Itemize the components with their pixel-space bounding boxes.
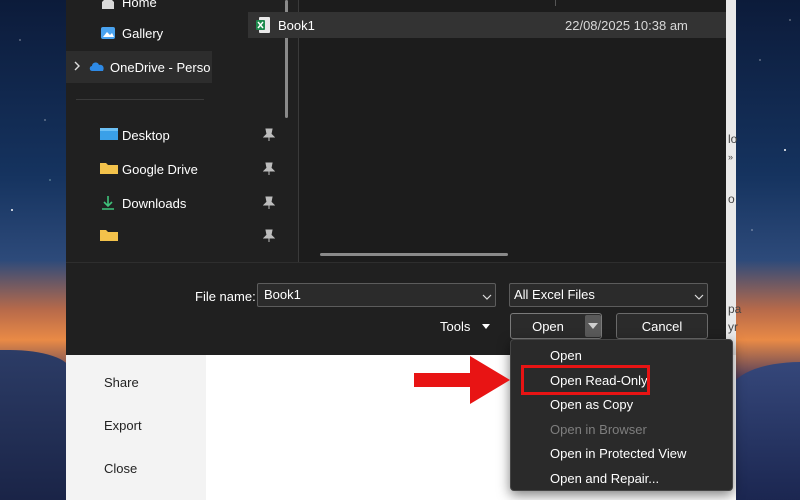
pin-icon[interactable] <box>262 196 276 210</box>
download-icon <box>100 195 118 211</box>
edge-text: » <box>728 152 734 162</box>
file-name-input[interactable]: Book1 <box>257 283 496 307</box>
sidebar-item-desktop[interactable]: Desktop <box>66 119 276 151</box>
open-options-menu: Open Open Read-Only Open as Copy Open in… <box>510 339 733 491</box>
sidebar-item-downloads[interactable]: Downloads <box>66 187 276 219</box>
open-file-dialog: Home Gallery OneDrive - Perso Desktop Go… <box>66 0 726 355</box>
menu-item-open-and-repair[interactable]: Open and Repair... <box>550 471 659 486</box>
file-type-select[interactable]: All Excel Files <box>509 283 708 307</box>
file-list-pane <box>299 0 726 262</box>
gallery-icon <box>100 25 118 41</box>
open-button[interactable]: Open <box>510 313 602 339</box>
menu-item-open[interactable]: Open <box>550 348 582 363</box>
backstage-close[interactable]: Close <box>104 461 137 476</box>
open-options-dropdown[interactable] <box>585 315 601 337</box>
highlight-box <box>521 365 650 395</box>
folder-icon <box>100 161 118 177</box>
cancel-button[interactable]: Cancel <box>616 313 708 339</box>
caret-down-icon <box>588 323 598 329</box>
open-button-label: Open <box>532 318 564 334</box>
backstage-share[interactable]: Share <box>104 375 139 390</box>
chevron-down-icon[interactable] <box>694 290 704 300</box>
desktop-icon <box>100 127 118 143</box>
file-name-value: Book1 <box>264 287 301 302</box>
sidebar-item-google-drive[interactable]: Google Drive <box>66 153 276 185</box>
chevron-down-icon[interactable] <box>482 290 492 300</box>
file-modified-date: 22/08/2025 10:38 am <box>565 17 688 33</box>
excel-file-icon <box>256 17 270 33</box>
onedrive-icon <box>88 59 106 75</box>
wallpaper-hill-right <box>730 362 800 500</box>
horizontal-scrollbar[interactable] <box>320 253 508 256</box>
tools-button[interactable]: Tools <box>440 319 491 334</box>
sidebar-item-label: Gallery <box>122 25 164 41</box>
navigation-pane: Home Gallery OneDrive - Perso Desktop Go… <box>66 0 290 262</box>
file-row[interactable]: Book1 22/08/2025 10:38 am <box>248 12 726 38</box>
sidebar-item-label: OneDrive - Perso <box>110 59 211 75</box>
sidebar-item-label: Desktop <box>122 127 170 143</box>
tools-label: Tools <box>440 319 471 334</box>
wallpaper-hill-left <box>0 350 70 500</box>
home-icon <box>100 0 118 10</box>
folder-icon <box>100 228 118 244</box>
file-name: Book1 <box>278 17 315 33</box>
pin-icon[interactable] <box>262 128 276 142</box>
pin-icon[interactable] <box>262 162 276 176</box>
edge-text: pa <box>728 302 742 316</box>
sidebar-item-label: Downloads <box>122 195 187 211</box>
edge-text: o <box>728 192 735 206</box>
sidebar-item-label: Home <box>122 0 157 10</box>
excel-window-edge: lo » o pa yr <box>726 0 741 355</box>
nav-separator <box>76 99 204 100</box>
pin-icon[interactable] <box>262 229 276 243</box>
caret-down-icon <box>482 324 491 329</box>
edge-text: lo <box>728 132 738 146</box>
sidebar-item-onedrive[interactable]: OneDrive - Perso <box>66 51 212 83</box>
backstage-nav: Share Export Close <box>66 355 206 500</box>
menu-item-open-in-browser: Open in Browser <box>550 422 647 437</box>
backstage-export[interactable]: Export <box>104 418 142 433</box>
menu-item-open-as-copy[interactable]: Open as Copy <box>550 397 633 412</box>
menu-item-open-protected-view[interactable]: Open in Protected View <box>550 446 686 461</box>
sidebar-item-folder[interactable] <box>66 220 276 252</box>
chevron-right-icon[interactable] <box>66 60 88 74</box>
file-type-value: All Excel Files <box>514 287 595 302</box>
sidebar-item-gallery[interactable]: Gallery <box>66 17 276 49</box>
column-divider[interactable] <box>555 0 556 6</box>
sidebar-item-label: Google Drive <box>122 161 198 177</box>
file-name-label: File name: <box>195 289 256 304</box>
pointer-arrow-icon <box>414 356 510 404</box>
edge-text: yr <box>728 320 738 334</box>
sidebar-item-home[interactable]: Home <box>66 0 276 18</box>
